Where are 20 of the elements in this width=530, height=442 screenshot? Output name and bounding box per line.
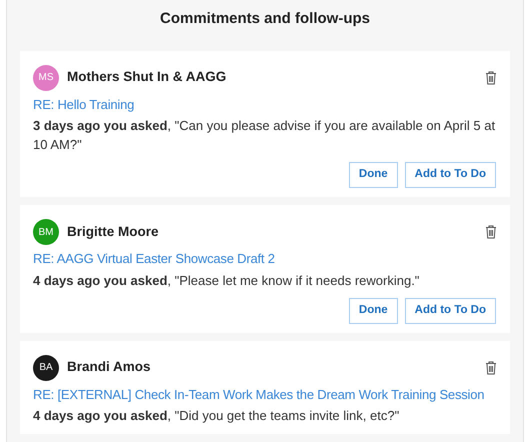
trash-icon[interactable]: [485, 70, 497, 84]
action-button[interactable]: Add to To Do: [404, 298, 496, 324]
subject-link[interactable]: RE: AAGG Virtual Easter Showcase Draft 2: [33, 249, 497, 268]
avatar: BA: [33, 354, 59, 380]
subject-link[interactable]: RE: Hello Training: [33, 94, 497, 114]
trash-icon[interactable]: [485, 225, 497, 239]
sender-name: Brigitte Moore: [67, 222, 159, 241]
avatar: MS: [33, 64, 59, 90]
sender-name: Mothers Shut In & AAGG: [67, 68, 226, 86]
subject-link[interactable]: RE: [EXTERNAL] Check In-Team Work Makes the Dream Work Training Session: [33, 384, 497, 404]
avatar: BM: [33, 219, 59, 245]
trash-icon[interactable]: [485, 360, 497, 374]
commitment-text: 4 days ago you asked, "Please let me know if it needs reworking.": [33, 272, 420, 290]
commitment-text: 3 days ago you asked, "Can you please advise if you are available on April 5 at 10 AM?": [33, 117, 496, 154]
panel-title: Commitments and follow-ups: [159, 9, 371, 29]
action-button[interactable]: Done: [348, 162, 398, 188]
commitment-text: 4 days ago you asked, "Did you get the teams invite link, etc?": [33, 407, 400, 425]
action-button[interactable]: Add to To Do: [404, 162, 496, 188]
action-button[interactable]: Done: [348, 298, 398, 324]
sender-name: Brandi Amos: [67, 358, 151, 376]
